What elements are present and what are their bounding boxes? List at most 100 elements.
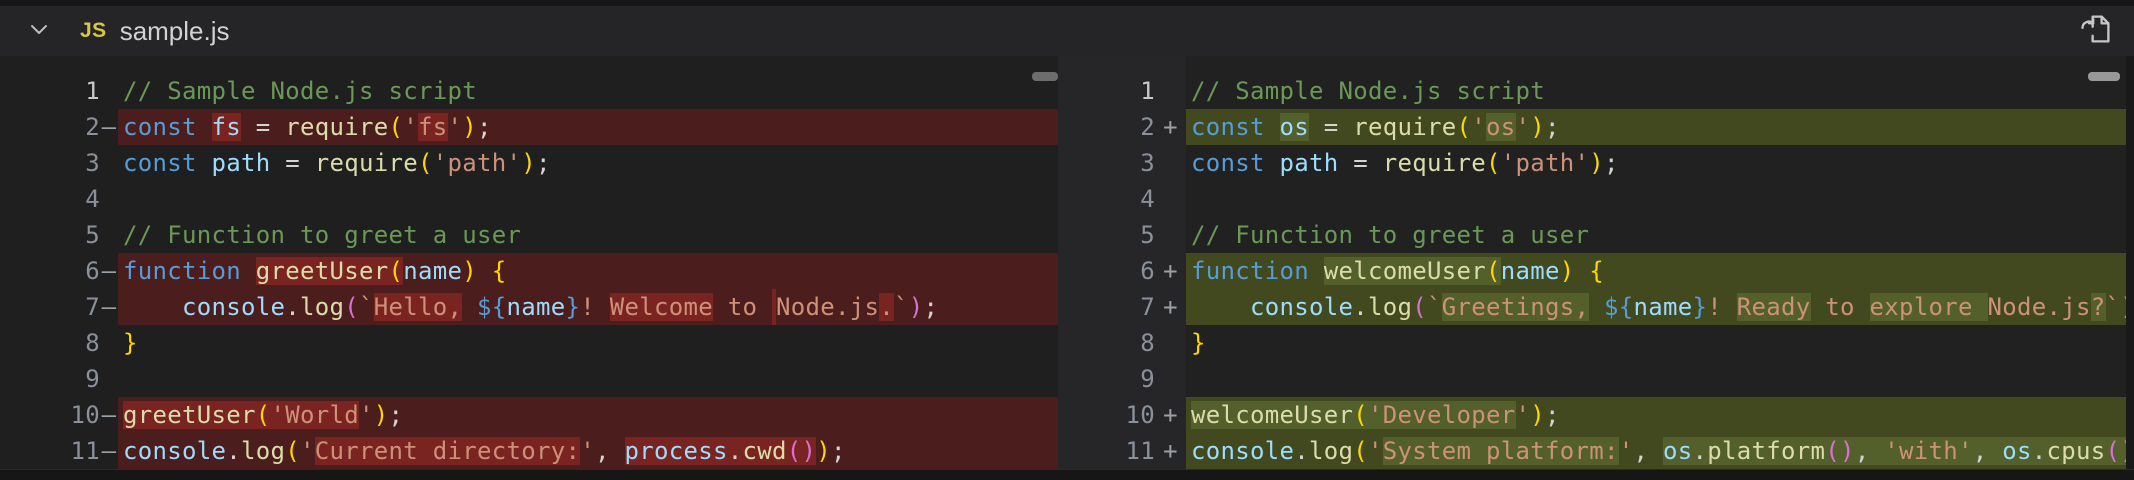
diff-sign: [100, 361, 118, 397]
code-line[interactable]: 10–greetUser('World');: [0, 397, 1058, 433]
diff-sign: [100, 73, 118, 109]
code-text: }: [118, 325, 1058, 361]
diff-sign: +: [1155, 433, 1186, 469]
original-editor-pane: 1// Sample Node.js script2–const fs = re…: [0, 56, 1058, 469]
code-line[interactable]: 4: [0, 181, 1058, 217]
line-number: 5: [0, 217, 100, 253]
go-to-file-button[interactable]: [2074, 9, 2118, 53]
diff-sign: [100, 325, 118, 361]
line-number: 2: [1058, 109, 1155, 145]
code-text: function greetUser(name) {: [118, 253, 1058, 289]
diff-sign: [1155, 325, 1186, 361]
line-number: 4: [1058, 181, 1155, 217]
line-number: 3: [1058, 145, 1155, 181]
code-text: [1186, 181, 2134, 217]
code-text: [1186, 361, 2134, 397]
line-number: 7: [1058, 289, 1155, 325]
diff-sign: –: [100, 397, 118, 433]
diff-sign: +: [1155, 109, 1186, 145]
code-line[interactable]: 10+welcomeUser('Developer');: [1058, 397, 2134, 433]
code-text: welcomeUser('Developer');: [1186, 397, 2134, 433]
line-number: 10: [0, 397, 100, 433]
code-text: console.log(`Greetings, ${name}! Ready t…: [1186, 289, 2134, 325]
diff-sign: [1155, 145, 1186, 181]
line-number: 1: [1058, 73, 1155, 109]
line-number: 3: [0, 145, 100, 181]
code-line[interactable]: 2–const fs = require('fs');: [0, 109, 1058, 145]
code-text: // Sample Node.js script: [118, 73, 1058, 109]
overview-ruler: [2126, 56, 2134, 469]
code-line[interactable]: 11–console.log('Current directory:', pro…: [0, 433, 1058, 469]
code-line[interactable]: 3 const path = require('path');: [0, 145, 1058, 181]
code-text: function welcomeUser(name) {: [1186, 253, 2134, 289]
code-text: greetUser('World');: [118, 397, 1058, 433]
code-text: [118, 361, 1058, 397]
code-line[interactable]: 8}: [0, 325, 1058, 361]
line-number: 8: [1058, 325, 1155, 361]
left-scrollbar-slider[interactable]: [1032, 72, 1058, 81]
diff-sign: [1155, 361, 1186, 397]
code-line[interactable]: 9: [1058, 361, 2134, 397]
line-number: 9: [0, 361, 100, 397]
diff-header: JS sample.js: [0, 6, 2134, 56]
diff-sign: +: [1155, 289, 1186, 325]
line-number: 5: [1058, 217, 1155, 253]
line-number: 6: [1058, 253, 1155, 289]
code-text: console.log(`Hello, ${name}! Welcome to …: [118, 289, 1058, 325]
code-text: const path = require('path');: [118, 145, 1058, 181]
code-text: console.log('Current directory:', proces…: [118, 433, 1058, 469]
diff-sign: [100, 217, 118, 253]
diff-sign: [100, 145, 118, 181]
code-line[interactable]: 11+console.log('System platform:', os.pl…: [1058, 433, 2134, 469]
code-text: const os = require('os');: [1186, 109, 2134, 145]
code-line[interactable]: 6+function welcomeUser(name) {: [1058, 253, 2134, 289]
code-line[interactable]: 5 // Function to greet a user: [1058, 217, 2134, 253]
diff-sign: [1155, 73, 1186, 109]
code-line[interactable]: 7+ console.log(`Greetings, ${name}! Read…: [1058, 289, 2134, 325]
diff-editor-widget: JS sample.js 1// Sample Node.js script2–…: [0, 0, 2134, 480]
code-line[interactable]: 3 const path = require('path');: [1058, 145, 2134, 181]
diff-sign: –: [100, 109, 118, 145]
file-name-label: sample.js: [120, 16, 230, 47]
code-text: console.log('System platform:', os.platf…: [1186, 433, 2134, 469]
code-line[interactable]: 2+const os = require('os');: [1058, 109, 2134, 145]
line-number: 10: [1058, 397, 1155, 433]
code-text: const fs = require('fs');: [118, 109, 1058, 145]
line-number: 1: [0, 73, 100, 109]
line-number: 9: [1058, 361, 1155, 397]
chevron-down-icon: [25, 15, 53, 48]
right-scrollbar-slider[interactable]: [2088, 72, 2120, 81]
code-line[interactable]: 1 // Sample Node.js script: [0, 73, 1058, 109]
diff-sign: –: [100, 253, 118, 289]
code-line[interactable]: 6–function greetUser(name) {: [0, 253, 1058, 289]
diff-sign: –: [100, 289, 118, 325]
collapse-button[interactable]: [24, 16, 54, 46]
code-text: const path = require('path');: [1186, 145, 2134, 181]
code-text: [118, 181, 1058, 217]
code-text: // Sample Node.js script: [1186, 73, 2134, 109]
diff-sign: +: [1155, 253, 1186, 289]
modified-editor-pane: 1// Sample Node.js script2+const os = re…: [1058, 56, 2134, 469]
code-line[interactable]: 8}: [1058, 325, 2134, 361]
line-number: 11: [0, 433, 100, 469]
diff-sign: –: [100, 433, 118, 469]
line-number: 6: [0, 253, 100, 289]
code-line[interactable]: 4: [1058, 181, 2134, 217]
code-text: }: [1186, 325, 2134, 361]
code-text: // Function to greet a user: [118, 217, 1058, 253]
js-file-icon: JS: [80, 19, 107, 43]
diff-sign: +: [1155, 397, 1186, 433]
code-text: // Function to greet a user: [1186, 217, 2134, 253]
line-number: 4: [0, 181, 100, 217]
code-line[interactable]: 9: [0, 361, 1058, 397]
code-line[interactable]: 5 // Function to greet a user: [0, 217, 1058, 253]
code-line[interactable]: 1 // Sample Node.js script: [1058, 73, 2134, 109]
go-to-file-icon: [2078, 11, 2114, 52]
code-line[interactable]: 7– console.log(`Hello, ${name}! Welcome …: [0, 289, 1058, 325]
original-code-lines: 1// Sample Node.js script2–const fs = re…: [0, 73, 1058, 469]
line-number: 2: [0, 109, 100, 145]
diff-sign: [1155, 181, 1186, 217]
line-number: 7: [0, 289, 100, 325]
line-number: 8: [0, 325, 100, 361]
bottom-divider: [0, 469, 2134, 480]
